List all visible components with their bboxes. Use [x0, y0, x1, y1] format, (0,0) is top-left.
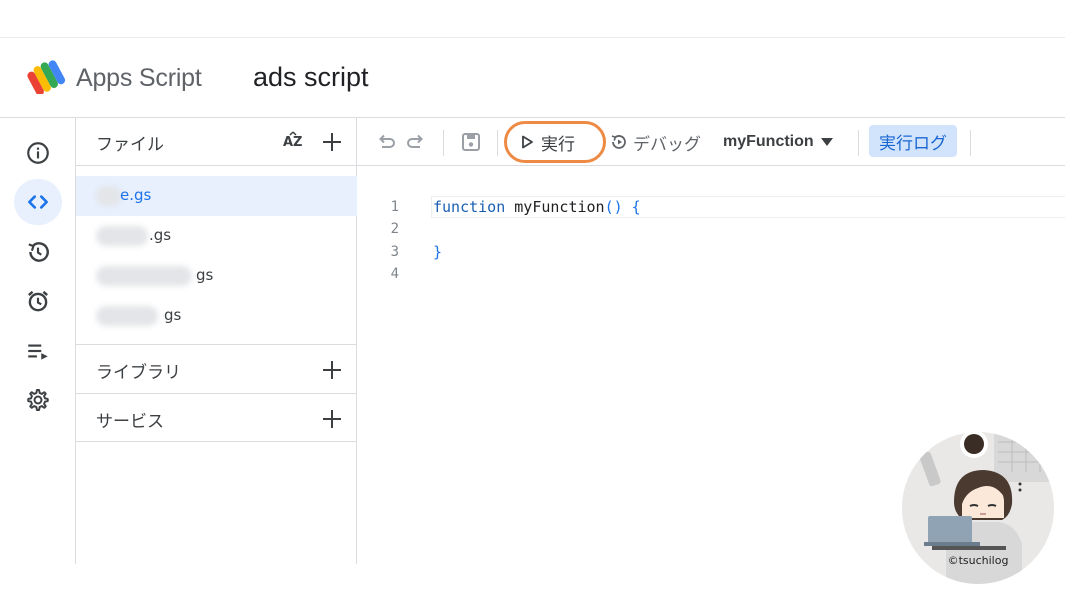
toolbar-divider — [443, 130, 444, 156]
files-panel: ファイル AZ e.gs .gs gs gs ライブラリ サービス — [76, 118, 357, 564]
file-item[interactable]: .gs — [76, 216, 357, 256]
code-icon — [28, 195, 48, 209]
run-button[interactable]: 実行 — [519, 128, 575, 156]
editor-toolbar: 実行 デバッグ myFunction 実行ログ — [357, 118, 1065, 166]
redo-button[interactable] — [405, 130, 429, 154]
triggers-nav-button[interactable] — [14, 278, 62, 324]
run-label: 実行 — [541, 134, 575, 155]
add-file-button[interactable] — [320, 130, 344, 154]
line-number: 4 — [390, 266, 399, 282]
history-nav-button[interactable] — [14, 229, 62, 275]
app-header: Apps Script ads script — [0, 38, 1065, 118]
file-name: gs — [196, 266, 214, 284]
toolbar-divider — [858, 130, 859, 156]
undo-icon — [379, 134, 395, 148]
file-name: .gs — [149, 226, 172, 244]
line-number: 3 — [390, 244, 399, 260]
alarm-icon — [28, 290, 48, 312]
overview-nav-button[interactable] — [14, 130, 62, 176]
bottom-strip — [0, 564, 1065, 600]
toolbar-divider — [497, 130, 498, 156]
sort-az-icon[interactable]: AZ — [280, 129, 306, 155]
add-library-button[interactable] — [320, 358, 344, 382]
execution-log-button[interactable]: 実行ログ — [869, 125, 957, 157]
redacted-blur — [96, 186, 122, 206]
info-icon — [27, 142, 49, 164]
dropdown-arrow-icon — [820, 138, 833, 146]
libraries-section[interactable]: ライブラリ — [76, 344, 357, 393]
redacted-blur — [96, 306, 158, 326]
browser-top-strip — [0, 0, 1065, 38]
line-number: 2 — [390, 221, 399, 237]
play-icon — [522, 135, 533, 149]
save-icon — [462, 133, 480, 151]
file-item[interactable]: gs — [76, 256, 357, 296]
code-line[interactable]: function myFunction() { — [433, 198, 641, 216]
redo-icon — [407, 134, 423, 148]
file-name: gs — [164, 306, 182, 324]
save-button[interactable] — [459, 130, 483, 154]
redacted-blur — [96, 266, 192, 286]
code-parens: () { — [604, 198, 641, 216]
editor-nav-button[interactable] — [14, 179, 62, 225]
code-line[interactable]: } — [433, 243, 442, 261]
apps-script-logo-icon[interactable] — [26, 60, 70, 96]
left-nav-rail — [0, 118, 76, 564]
gear-icon — [27, 389, 49, 411]
add-service-button[interactable] — [320, 407, 344, 431]
code-function-name: myFunction — [505, 198, 605, 216]
history-icon — [28, 242, 49, 262]
execution-log-label: 実行ログ — [879, 133, 947, 154]
project-title[interactable]: ads script — [253, 62, 369, 93]
services-section[interactable]: サービス — [76, 393, 357, 442]
files-header: ファイル AZ — [76, 118, 357, 166]
line-number: 1 — [390, 199, 399, 215]
function-select[interactable]: myFunction — [723, 129, 834, 155]
queue-icon — [28, 344, 48, 360]
author-avatar: ©tsuchilog — [902, 432, 1054, 584]
file-item[interactable]: e.gs — [76, 176, 357, 216]
services-title: サービス — [96, 412, 164, 432]
code-keyword: function — [433, 198, 506, 216]
plus-icon — [323, 133, 341, 151]
watermark-text: ©tsuchilog — [947, 554, 1009, 567]
files-title: ファイル — [96, 135, 164, 155]
executions-nav-button[interactable] — [14, 328, 62, 374]
plus-icon — [323, 361, 341, 379]
function-select-value: myFunction — [723, 133, 814, 150]
file-item[interactable]: gs — [76, 296, 357, 336]
debug-icon — [611, 135, 626, 149]
redacted-blur — [96, 226, 148, 246]
toolbar-divider — [970, 130, 971, 156]
debug-label: デバッグ — [633, 134, 701, 155]
product-name[interactable]: Apps Script — [76, 64, 202, 93]
undo-button[interactable] — [373, 130, 397, 154]
libraries-title: ライブラリ — [96, 363, 181, 383]
svg-text:AZ: AZ — [283, 135, 303, 150]
debug-button[interactable]: デバッグ — [609, 128, 701, 156]
plus-icon — [323, 410, 341, 428]
file-name: e.gs — [120, 186, 152, 204]
settings-nav-button[interactable] — [14, 377, 62, 423]
